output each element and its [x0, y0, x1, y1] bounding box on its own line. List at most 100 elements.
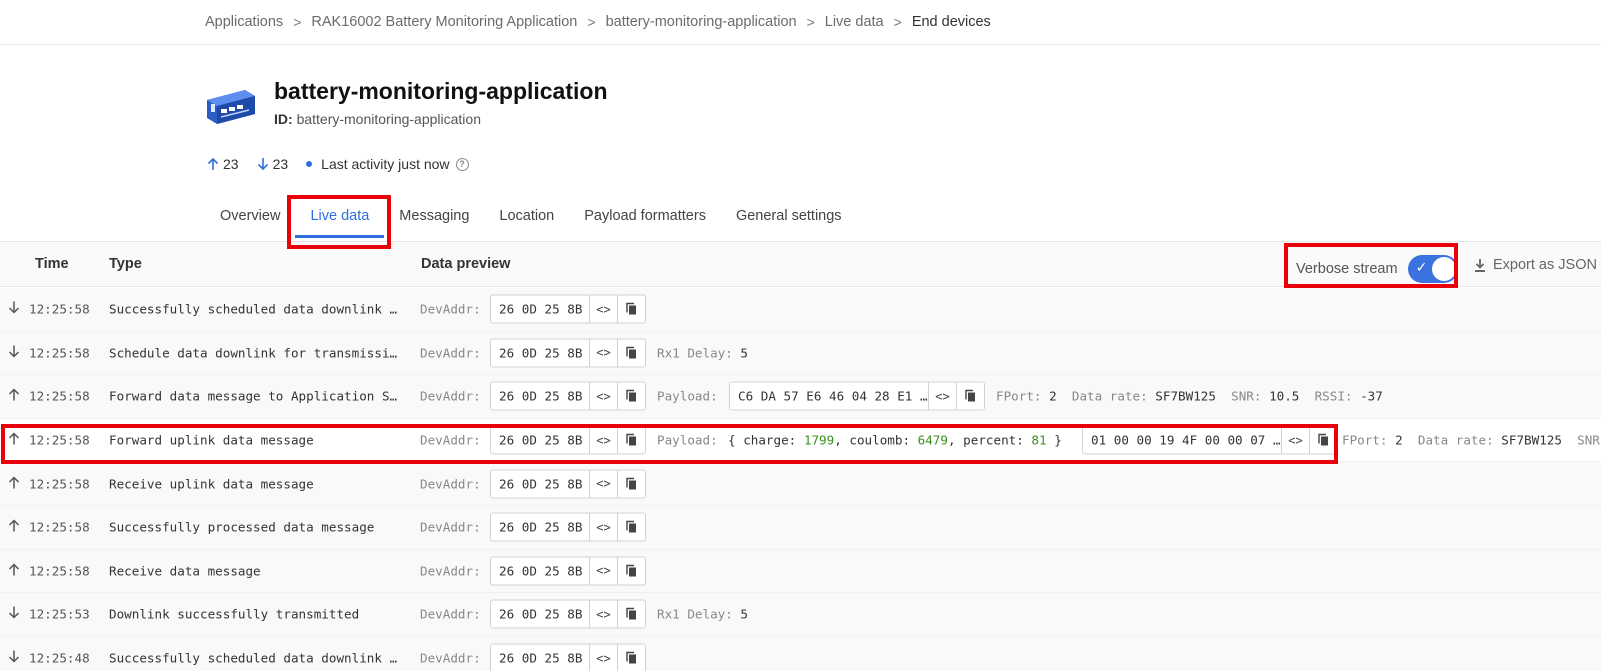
tab-location[interactable]: Location: [484, 196, 569, 238]
row-type: Schedule data downlink for transmissi…: [109, 345, 398, 361]
export-json-button[interactable]: Export as JSON: [1474, 257, 1597, 273]
tab-messaging[interactable]: Messaging: [384, 196, 484, 238]
datarate-label: Data rate:: [1417, 432, 1494, 448]
code-toggle-button[interactable]: <>: [589, 339, 617, 367]
copy-button[interactable]: [617, 470, 645, 498]
devaddr-value: 26 0D 25 8B: [499, 345, 583, 361]
devaddr-value-chip: 26 0D 25 8B <>: [490, 643, 646, 671]
code-toggle-button[interactable]: <>: [589, 600, 617, 628]
arrow-down-icon: [8, 301, 20, 314]
table-row[interactable]: 12:25:58 Receive uplink data message DevAd…: [0, 462, 1601, 506]
copy-icon: [626, 564, 636, 577]
breadcrumb-end-devices: End devices: [911, 14, 991, 30]
table-row[interactable]: 12:25:58 Receive data message DevAddr: 26 …: [0, 549, 1601, 594]
column-header-type: Type: [109, 256, 142, 272]
direction-indicator: [8, 650, 20, 667]
payload-label: Payload:: [657, 388, 718, 404]
copy-button[interactable]: [617, 644, 645, 671]
code-toggle-button[interactable]: <>: [589, 557, 617, 585]
breadcrumb-live-data[interactable]: Live data: [825, 14, 884, 30]
copy-button[interactable]: [617, 339, 645, 367]
row-time: 12:25:58: [29, 519, 90, 535]
snr-label: SNR:: [1231, 388, 1262, 404]
breadcrumb-battery-monitoring-application[interactable]: battery-monitoring-application: [606, 14, 797, 30]
tab-live-data[interactable]: Live data: [295, 196, 385, 238]
coulomb-value: 6479: [917, 432, 948, 448]
table-row[interactable]: 12:25:58 Forward data message to Applicat…: [0, 375, 1601, 419]
copy-icon: [626, 433, 636, 446]
breadcrumb-separator: >: [806, 14, 815, 30]
code-toggle-button[interactable]: <>: [589, 644, 617, 671]
copy-icon: [626, 346, 636, 359]
code-toggle-button[interactable]: <>: [589, 295, 617, 323]
payload-hex-chip: 01 00 00 19 4F 00 00 07 … <>: [1082, 425, 1338, 455]
table-row[interactable]: 12:25:58 Schedule data downlink for trans…: [0, 331, 1601, 376]
column-header-data-preview: Data preview: [421, 256, 511, 272]
devaddr-value: 26 0D 25 8B: [499, 301, 583, 317]
copy-button[interactable]: [1309, 426, 1337, 454]
breadcrumb-rak16002-application[interactable]: RAK16002 Battery Monitoring Application: [311, 14, 577, 30]
table-row[interactable]: 12:25:58 Successfully scheduled data down…: [0, 288, 1601, 332]
table-row[interactable]: 12:25:58 Successfully processed data mess…: [0, 505, 1601, 550]
copy-button[interactable]: [617, 426, 645, 454]
application-id: ID: battery-monitoring-application: [274, 111, 481, 127]
verbose-stream-label: Verbose stream: [1296, 261, 1398, 277]
tab-general-settings[interactable]: General settings: [721, 196, 857, 238]
help-icon[interactable]: ?: [455, 157, 469, 171]
copy-button[interactable]: [956, 382, 984, 410]
percent-key: percent:: [963, 432, 1024, 448]
fport-value: 2: [1049, 388, 1057, 404]
copy-button[interactable]: [617, 382, 645, 410]
devaddr-value-chip: 26 0D 25 8B <>: [490, 469, 646, 499]
table-row[interactable]: 12:25:48 Successfully scheduled data down…: [0, 636, 1601, 671]
devaddr-value: 26 0D 25 8B: [499, 476, 583, 492]
row-metadata: FPort: 2 Data rate: SF7BW125 SNR: 10.5 R…: [996, 389, 1383, 404]
verbose-stream-toggle[interactable]: ✓: [1407, 255, 1458, 283]
breadcrumb-applications[interactable]: Applications: [205, 14, 283, 30]
copy-button[interactable]: [617, 600, 645, 628]
copy-button[interactable]: [617, 513, 645, 541]
direction-indicator: [8, 388, 20, 405]
code-toggle-button[interactable]: <>: [589, 382, 617, 410]
breadcrumb-separator: >: [293, 14, 302, 30]
page-title: battery-monitoring-application: [274, 78, 608, 104]
devaddr-value-chip: 26 0D 25 8B <>: [490, 381, 646, 411]
row-metadata: FPort: 2 Data rate: SF7BW125 SNR:: [1342, 433, 1601, 448]
copy-icon: [626, 651, 636, 664]
row-type: Forward data message to Application S…: [109, 388, 398, 404]
tab-payload-formatters[interactable]: Payload formatters: [569, 196, 721, 238]
devaddr-label: DevAddr:: [420, 476, 481, 492]
arrow-down-icon: [8, 650, 20, 663]
devaddr-label: DevAddr:: [420, 650, 481, 666]
copy-button[interactable]: [617, 295, 645, 323]
copy-icon: [1318, 433, 1328, 446]
code-toggle-button[interactable]: <>: [1281, 426, 1309, 454]
table-row[interactable]: 12:25:53 Downlink successfully transmitte…: [0, 593, 1601, 637]
devaddr-label: DevAddr:: [420, 432, 481, 448]
rx1-delay: Rx1 Delay: 5: [657, 345, 748, 360]
tab-overview[interactable]: Overview: [205, 196, 295, 238]
export-json-label: Export as JSON: [1493, 257, 1597, 273]
application-stats: 23 23 Last activity just now ?: [207, 154, 487, 174]
coulomb-key: coulomb:: [849, 432, 911, 448]
devaddr-label: DevAddr:: [420, 563, 481, 579]
row-time: 12:25:53: [29, 606, 90, 622]
row-time: 12:25:58: [29, 432, 90, 448]
percent-value: 81: [1031, 432, 1047, 448]
toggle-knob: [1431, 257, 1456, 281]
code-toggle-button[interactable]: <>: [928, 382, 956, 410]
charge-value: 1799: [803, 432, 835, 448]
code-toggle-button[interactable]: <>: [589, 513, 617, 541]
devaddr-value-chip: 26 0D 25 8B <>: [490, 599, 646, 629]
row-type: Successfully scheduled data downlink …: [109, 650, 398, 666]
code-toggle-button[interactable]: <>: [589, 426, 617, 454]
code-toggle-button[interactable]: <>: [589, 470, 617, 498]
row-time: 12:25:48: [29, 650, 90, 666]
copy-button[interactable]: [617, 557, 645, 585]
row-time: 12:25:58: [29, 476, 90, 492]
uplink-stat: 23: [207, 156, 239, 172]
devaddr-value: 26 0D 25 8B: [499, 563, 583, 579]
direction-indicator: [8, 606, 20, 623]
copy-icon: [626, 521, 636, 533]
table-row[interactable]: 12:25:58 Forward uplink data message DevAd…: [0, 418, 1601, 463]
